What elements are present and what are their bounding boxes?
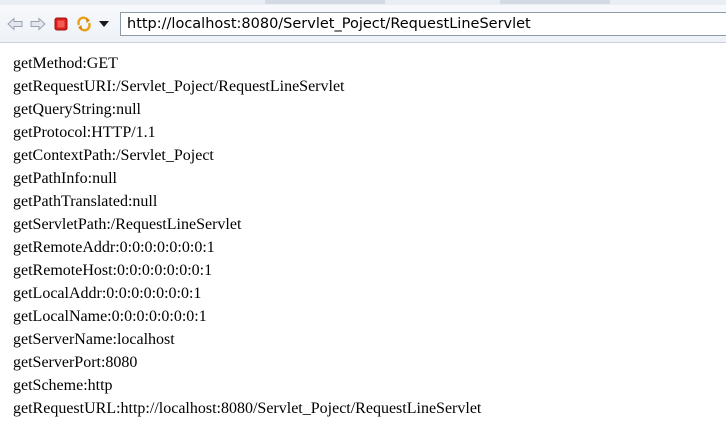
request-info-line: getServerName:localhost bbox=[13, 331, 175, 348]
page-content: getMethod:GET getRequestURI:/Servlet_Poj… bbox=[13, 52, 481, 420]
request-info-line: getPathTranslated:null bbox=[13, 193, 158, 210]
request-info-line: getRemoteAddr:0:0:0:0:0:0:0:1 bbox=[13, 239, 215, 256]
request-info-line: getLocalName:0:0:0:0:0:0:0:1 bbox=[13, 308, 207, 325]
request-info-line: getMethod:GET bbox=[13, 55, 118, 72]
request-info-line: getServletPath:/RequestLineServlet bbox=[13, 216, 242, 233]
tab[interactable] bbox=[500, 0, 610, 4]
request-info-line: getLocalAddr:0:0:0:0:0:0:0:1 bbox=[13, 285, 202, 302]
refresh-button[interactable] bbox=[75, 15, 93, 33]
request-info-line: getContextPath:/Servlet_Poject bbox=[13, 147, 214, 164]
history-dropdown-button[interactable] bbox=[97, 15, 111, 33]
request-info-line: getRequestURI:/Servlet_Poject/RequestLin… bbox=[13, 78, 345, 95]
arrow-left-icon bbox=[7, 17, 23, 31]
stop-button[interactable] bbox=[52, 15, 70, 33]
request-info-line: getPathInfo:null bbox=[13, 170, 117, 187]
address-bar[interactable]: http://localhost:8080/Servlet_Poject/Req… bbox=[120, 12, 726, 36]
browser-toolbar: http://localhost:8080/Servlet_Poject/Req… bbox=[0, 5, 726, 43]
browser-window: http://localhost:8080/Servlet_Poject/Req… bbox=[0, 0, 726, 437]
request-info-line: getQueryString:null bbox=[13, 101, 141, 118]
request-info-line: getScheme:http bbox=[13, 377, 113, 394]
request-info-line: getProtocol:HTTP/1.1 bbox=[13, 124, 156, 141]
chevron-down-icon bbox=[99, 21, 109, 27]
request-info-line: getServerPort:8080 bbox=[13, 354, 138, 371]
stop-icon bbox=[54, 17, 68, 31]
request-info-line: getRemoteHost:0:0:0:0:0:0:0:1 bbox=[13, 262, 213, 279]
refresh-icon bbox=[77, 16, 91, 32]
back-button[interactable] bbox=[6, 15, 24, 33]
forward-button[interactable] bbox=[29, 15, 47, 33]
arrow-right-icon bbox=[30, 17, 46, 31]
tab[interactable] bbox=[265, 0, 385, 4]
request-info-line: getRequestURL:http://localhost:8080/Serv… bbox=[13, 400, 482, 417]
